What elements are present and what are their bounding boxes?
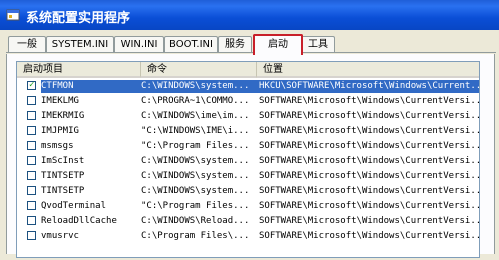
column-header-location[interactable]: 位置 — [257, 62, 479, 78]
list-item[interactable]: IMEKLMG C:\PROGRA~1\COMMO... SOFTWARE\Micr… — [17, 95, 479, 108]
startup-list[interactable]: 启动项目 命令 位置 ✓ CTFMON C:\WINDOWS\system... HK… — [16, 61, 480, 258]
checkmark-icon: ✓ — [29, 80, 35, 90]
startup-item-name: vmusrvc — [41, 231, 79, 241]
column-header-command[interactable]: 命令 — [141, 62, 257, 78]
startup-item-location: SOFTWARE\Microsoft\Windows\CurrentVersi.… — [259, 186, 479, 196]
startup-item-name: QvodTerminal — [41, 201, 107, 211]
startup-item-command: C:\WINDOWS\system... — [141, 171, 250, 181]
tab-win-ini[interactable]: WIN.INI — [114, 36, 164, 53]
startup-checkbox[interactable] — [27, 201, 36, 210]
startup-item-name: IMEKRMIG — [41, 111, 85, 121]
startup-item-location: SOFTWARE\Microsoft\Windows\CurrentVersi.… — [259, 96, 479, 106]
startup-item-command: C:\WINDOWS\system... — [141, 156, 250, 166]
startup-item-location: HKCU\SOFTWARE\Microsoft\Windows\Current.… — [259, 81, 479, 91]
startup-item-name: ReloadDllCache — [41, 216, 117, 226]
startup-item-name: IMJPMIG — [41, 126, 79, 136]
tab-system-ini[interactable]: SYSTEM.INI — [46, 36, 114, 53]
tab-strip: 一般 SYSTEM.INI WIN.INI BOOT.INI 服务 启动 工具 — [6, 34, 496, 55]
startup-item-command: C:\Program Files\... — [141, 231, 250, 241]
window-title: 系统配置实用程序 — [26, 11, 131, 26]
startup-checkbox[interactable] — [27, 141, 36, 150]
startup-item-location: SOFTWARE\Microsoft\Windows\CurrentVersi.… — [259, 141, 479, 151]
tab-general[interactable]: 一般 — [8, 36, 46, 53]
list-item[interactable]: TINTSETP C:\WINDOWS\system... SOFTWARE\Mic… — [17, 185, 479, 198]
list-item[interactable]: ImScInst C:\WINDOWS\system... SOFTWARE\Mic… — [17, 155, 479, 168]
startup-item-command: "C:\Program Files... — [141, 201, 250, 211]
list-item[interactable]: vmusrvc C:\Program Files\... SOFTWARE\Micr… — [17, 230, 479, 243]
startup-item-command: C:\WINDOWS\ime\im... — [141, 111, 250, 121]
startup-item-command: C:\WINDOWS\system... — [141, 186, 250, 196]
window-icon — [6, 9, 20, 21]
list-item[interactable]: msmsgs "C:\Program Files... SOFTWARE\Micro… — [17, 140, 479, 153]
startup-checkbox[interactable] — [27, 156, 36, 165]
startup-item-location: SOFTWARE\Microsoft\Windows\CurrentVersi.… — [259, 216, 479, 226]
startup-item-command: "C:\WINDOWS\IME\i... — [141, 126, 250, 136]
startup-item-location: SOFTWARE\Microsoft\Windows\CurrentVersi.… — [259, 156, 479, 166]
startup-item-name: msmsgs — [41, 141, 74, 151]
startup-item-command: C:\WINDOWS\system... — [141, 81, 250, 91]
tab-tools[interactable]: 工具 — [301, 36, 335, 53]
list-item[interactable]: QvodTerminal "C:\Program Files... SOFTWARE… — [17, 200, 479, 213]
startup-item-name: TINTSETP — [41, 171, 85, 181]
title-bar[interactable]: 系统配置实用程序 — [0, 0, 499, 30]
tab-divider — [6, 52, 496, 53]
startup-item-name: ImScInst — [41, 156, 85, 166]
startup-item-name: IMEKLMG — [41, 96, 79, 106]
startup-checkbox[interactable] — [27, 186, 36, 195]
startup-item-command: C:\PROGRA~1\COMMO... — [141, 96, 250, 106]
startup-item-location: SOFTWARE\Microsoft\Windows\CurrentVersi.… — [259, 231, 479, 241]
startup-item-location: SOFTWARE\Microsoft\Windows\CurrentVersi.… — [259, 126, 479, 136]
startup-checkbox[interactable] — [27, 111, 36, 120]
tab-startup[interactable]: 启动 — [253, 34, 303, 55]
list-item[interactable]: IMEKRMIG C:\WINDOWS\ime\im... SOFTWARE\Mic… — [17, 110, 479, 123]
list-item[interactable]: IMJPMIG "C:\WINDOWS\IME\i... SOFTWARE\Micr… — [17, 125, 479, 138]
startup-item-name: CTFMON — [41, 81, 74, 91]
startup-item-location: SOFTWARE\Microsoft\Windows\CurrentVersi.… — [259, 201, 479, 211]
startup-checkbox[interactable] — [27, 216, 36, 225]
startup-checkbox[interactable] — [27, 96, 36, 105]
list-item[interactable]: TINTSETP C:\WINDOWS\system... SOFTWARE\Mic… — [17, 170, 479, 183]
startup-item-name: TINTSETP — [41, 186, 85, 196]
startup-item-command: "C:\Program Files... — [141, 141, 250, 151]
tab-services[interactable]: 服务 — [218, 36, 252, 53]
startup-checkbox[interactable] — [27, 231, 36, 240]
startup-checkbox[interactable] — [27, 126, 36, 135]
startup-checkbox[interactable] — [27, 171, 36, 180]
startup-item-command: C:\WINDOWS\Reload... — [141, 216, 250, 226]
column-header-startup-item[interactable]: 启动项目 — [17, 62, 141, 78]
list-item[interactable]: ✓ CTFMON C:\WINDOWS\system... HKCU\SOFTWARE… — [17, 80, 479, 93]
tab-boot-ini[interactable]: BOOT.INI — [164, 36, 218, 53]
list-item[interactable]: ReloadDllCache C:\WINDOWS\Reload... SOFTWA… — [17, 215, 479, 228]
startup-checkbox[interactable]: ✓ — [27, 80, 36, 90]
startup-item-location: SOFTWARE\Microsoft\Windows\CurrentVersi.… — [259, 111, 479, 121]
startup-item-location: SOFTWARE\Microsoft\Windows\CurrentVersi.… — [259, 171, 479, 181]
